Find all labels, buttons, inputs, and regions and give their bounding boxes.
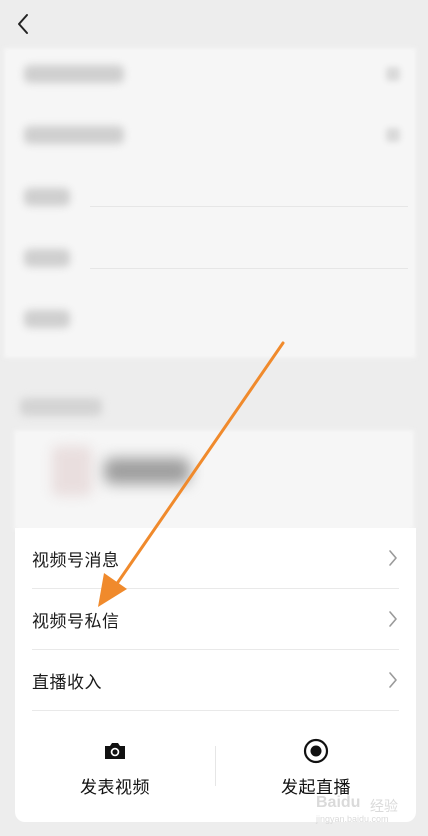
blurred-name (104, 458, 190, 484)
blurred-row (24, 249, 70, 267)
record-icon (303, 738, 329, 764)
watermark-text: Baidu (316, 794, 361, 811)
menu-item-channels-messages[interactable]: 视频号消息 (32, 528, 399, 589)
menu-item-channels-private-messages[interactable]: 视频号私信 (32, 589, 399, 650)
blurred-chevron (386, 67, 400, 81)
blurred-section-label (20, 398, 102, 416)
blurred-row (24, 188, 70, 206)
back-button[interactable] (8, 8, 38, 40)
watermark-sub: 经验 (370, 799, 398, 815)
menu-item-live-income[interactable]: 直播收入 (32, 650, 399, 711)
baidu-watermark: Baidu 经验 jingyan.baidu.com (310, 790, 420, 826)
menu-item-label: 直播收入 (32, 673, 102, 693)
camera-icon (105, 743, 125, 759)
blurred-row (24, 310, 70, 328)
blurred-divider (90, 206, 408, 207)
blurred-divider (90, 268, 408, 269)
chevron-right-icon (389, 550, 397, 566)
chevron-left-icon (18, 14, 28, 34)
blurred-avatar (52, 446, 92, 496)
blurred-chevron (386, 128, 400, 142)
blurred-row (24, 65, 124, 83)
post-video-label: 发表视频 (80, 778, 150, 798)
menu-item-label: 视频号私信 (32, 612, 120, 632)
post-video-button[interactable]: 发表视频 (15, 736, 215, 806)
channels-menu-card: 视频号消息 视频号私信 直播收入 发表视频 发起直播 (15, 528, 416, 822)
blurred-row (24, 126, 124, 144)
chevron-right-icon (389, 611, 397, 627)
top-bar (0, 0, 428, 48)
watermark-url: jingyan.baidu.com (316, 814, 389, 824)
menu-item-label: 视频号消息 (32, 551, 120, 571)
chevron-right-icon (389, 672, 397, 688)
